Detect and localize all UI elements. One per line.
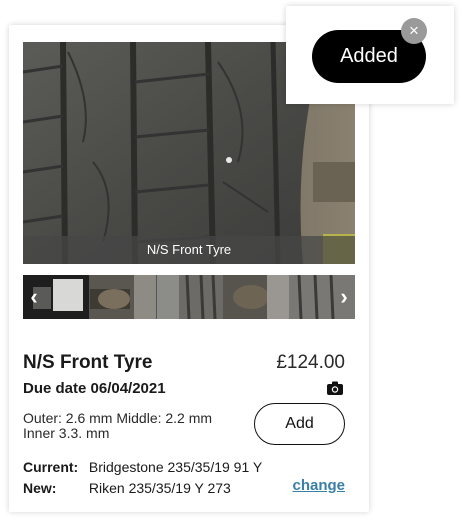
change-link[interactable]: change — [292, 477, 345, 494]
toast-close-button[interactable]: × — [401, 18, 427, 44]
gallery-prev-button[interactable]: ‹ — [23, 275, 45, 319]
screen: N/S Front Tyre ‹ › N/S Front Tyre £124.0… — [0, 0, 463, 522]
due-date: Due date 06/04/2021 — [23, 380, 166, 397]
camera-icon[interactable] — [327, 381, 343, 395]
item-title: N/S Front Tyre — [23, 352, 153, 373]
current-tyre-value: Bridgestone 235/35/19 91 Y — [88, 459, 263, 475]
add-button[interactable]: Add — [254, 403, 345, 445]
chevron-left-icon: ‹ — [30, 284, 38, 309]
thumbnail-3[interactable] — [157, 275, 223, 319]
thumbnail-strip: ‹ › — [23, 275, 355, 319]
chevron-right-icon: › — [340, 284, 348, 309]
tread-measurements: Outer: 2.6 mm Middle: 2.2 mm Inner 3.3. … — [23, 410, 213, 441]
new-tyre-row: New: Riken 235/35/19 Y 273 — [23, 480, 231, 496]
close-icon: × — [409, 21, 419, 40]
current-label: Current: — [23, 459, 79, 475]
thumbnail-4[interactable] — [223, 275, 289, 319]
current-tyre-row: Current: Bridgestone 235/35/19 91 Y — [23, 459, 262, 475]
item-price: £124.00 — [276, 352, 345, 373]
gallery-next-button[interactable]: › — [333, 275, 355, 319]
new-label: New: — [23, 480, 57, 496]
thumbnail-2[interactable] — [90, 275, 156, 319]
added-toast: Added × — [286, 6, 454, 104]
photo-caption: N/S Front Tyre — [23, 236, 355, 264]
new-tyre-value: Riken 235/35/19 Y 273 — [88, 480, 231, 496]
